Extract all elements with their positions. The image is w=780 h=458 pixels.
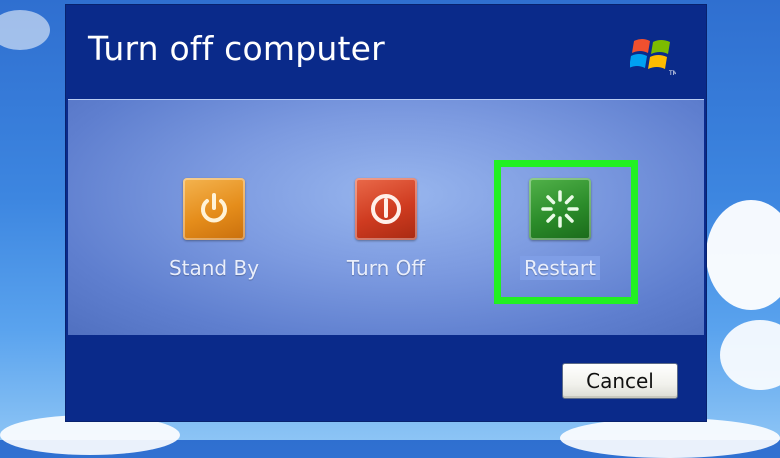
options-panel: Stand By Turn Off Restart <box>68 99 704 336</box>
cancel-button[interactable]: Cancel <box>562 363 678 399</box>
cloud <box>720 320 780 390</box>
stand-by-label: Stand By <box>168 256 260 280</box>
svg-text:TM: TM <box>668 70 676 77</box>
shutdown-icon[interactable] <box>355 178 417 240</box>
dialog-title: Turn off computer <box>88 29 385 68</box>
power-icon[interactable] <box>183 178 245 240</box>
turn-off-option[interactable]: Turn Off <box>316 178 456 280</box>
stand-by-option[interactable]: Stand By <box>144 178 284 280</box>
cloud <box>560 418 780 458</box>
turn-off-dialog: Turn off computer TM Stand By Turn Off R… <box>65 4 707 422</box>
cloud <box>0 10 50 50</box>
dialog-footer: Cancel <box>66 335 706 421</box>
cloud <box>706 200 780 310</box>
restart-highlight-box <box>494 160 638 304</box>
windows-logo-icon: TM <box>630 39 676 77</box>
turn-off-label: Turn Off <box>346 256 426 280</box>
